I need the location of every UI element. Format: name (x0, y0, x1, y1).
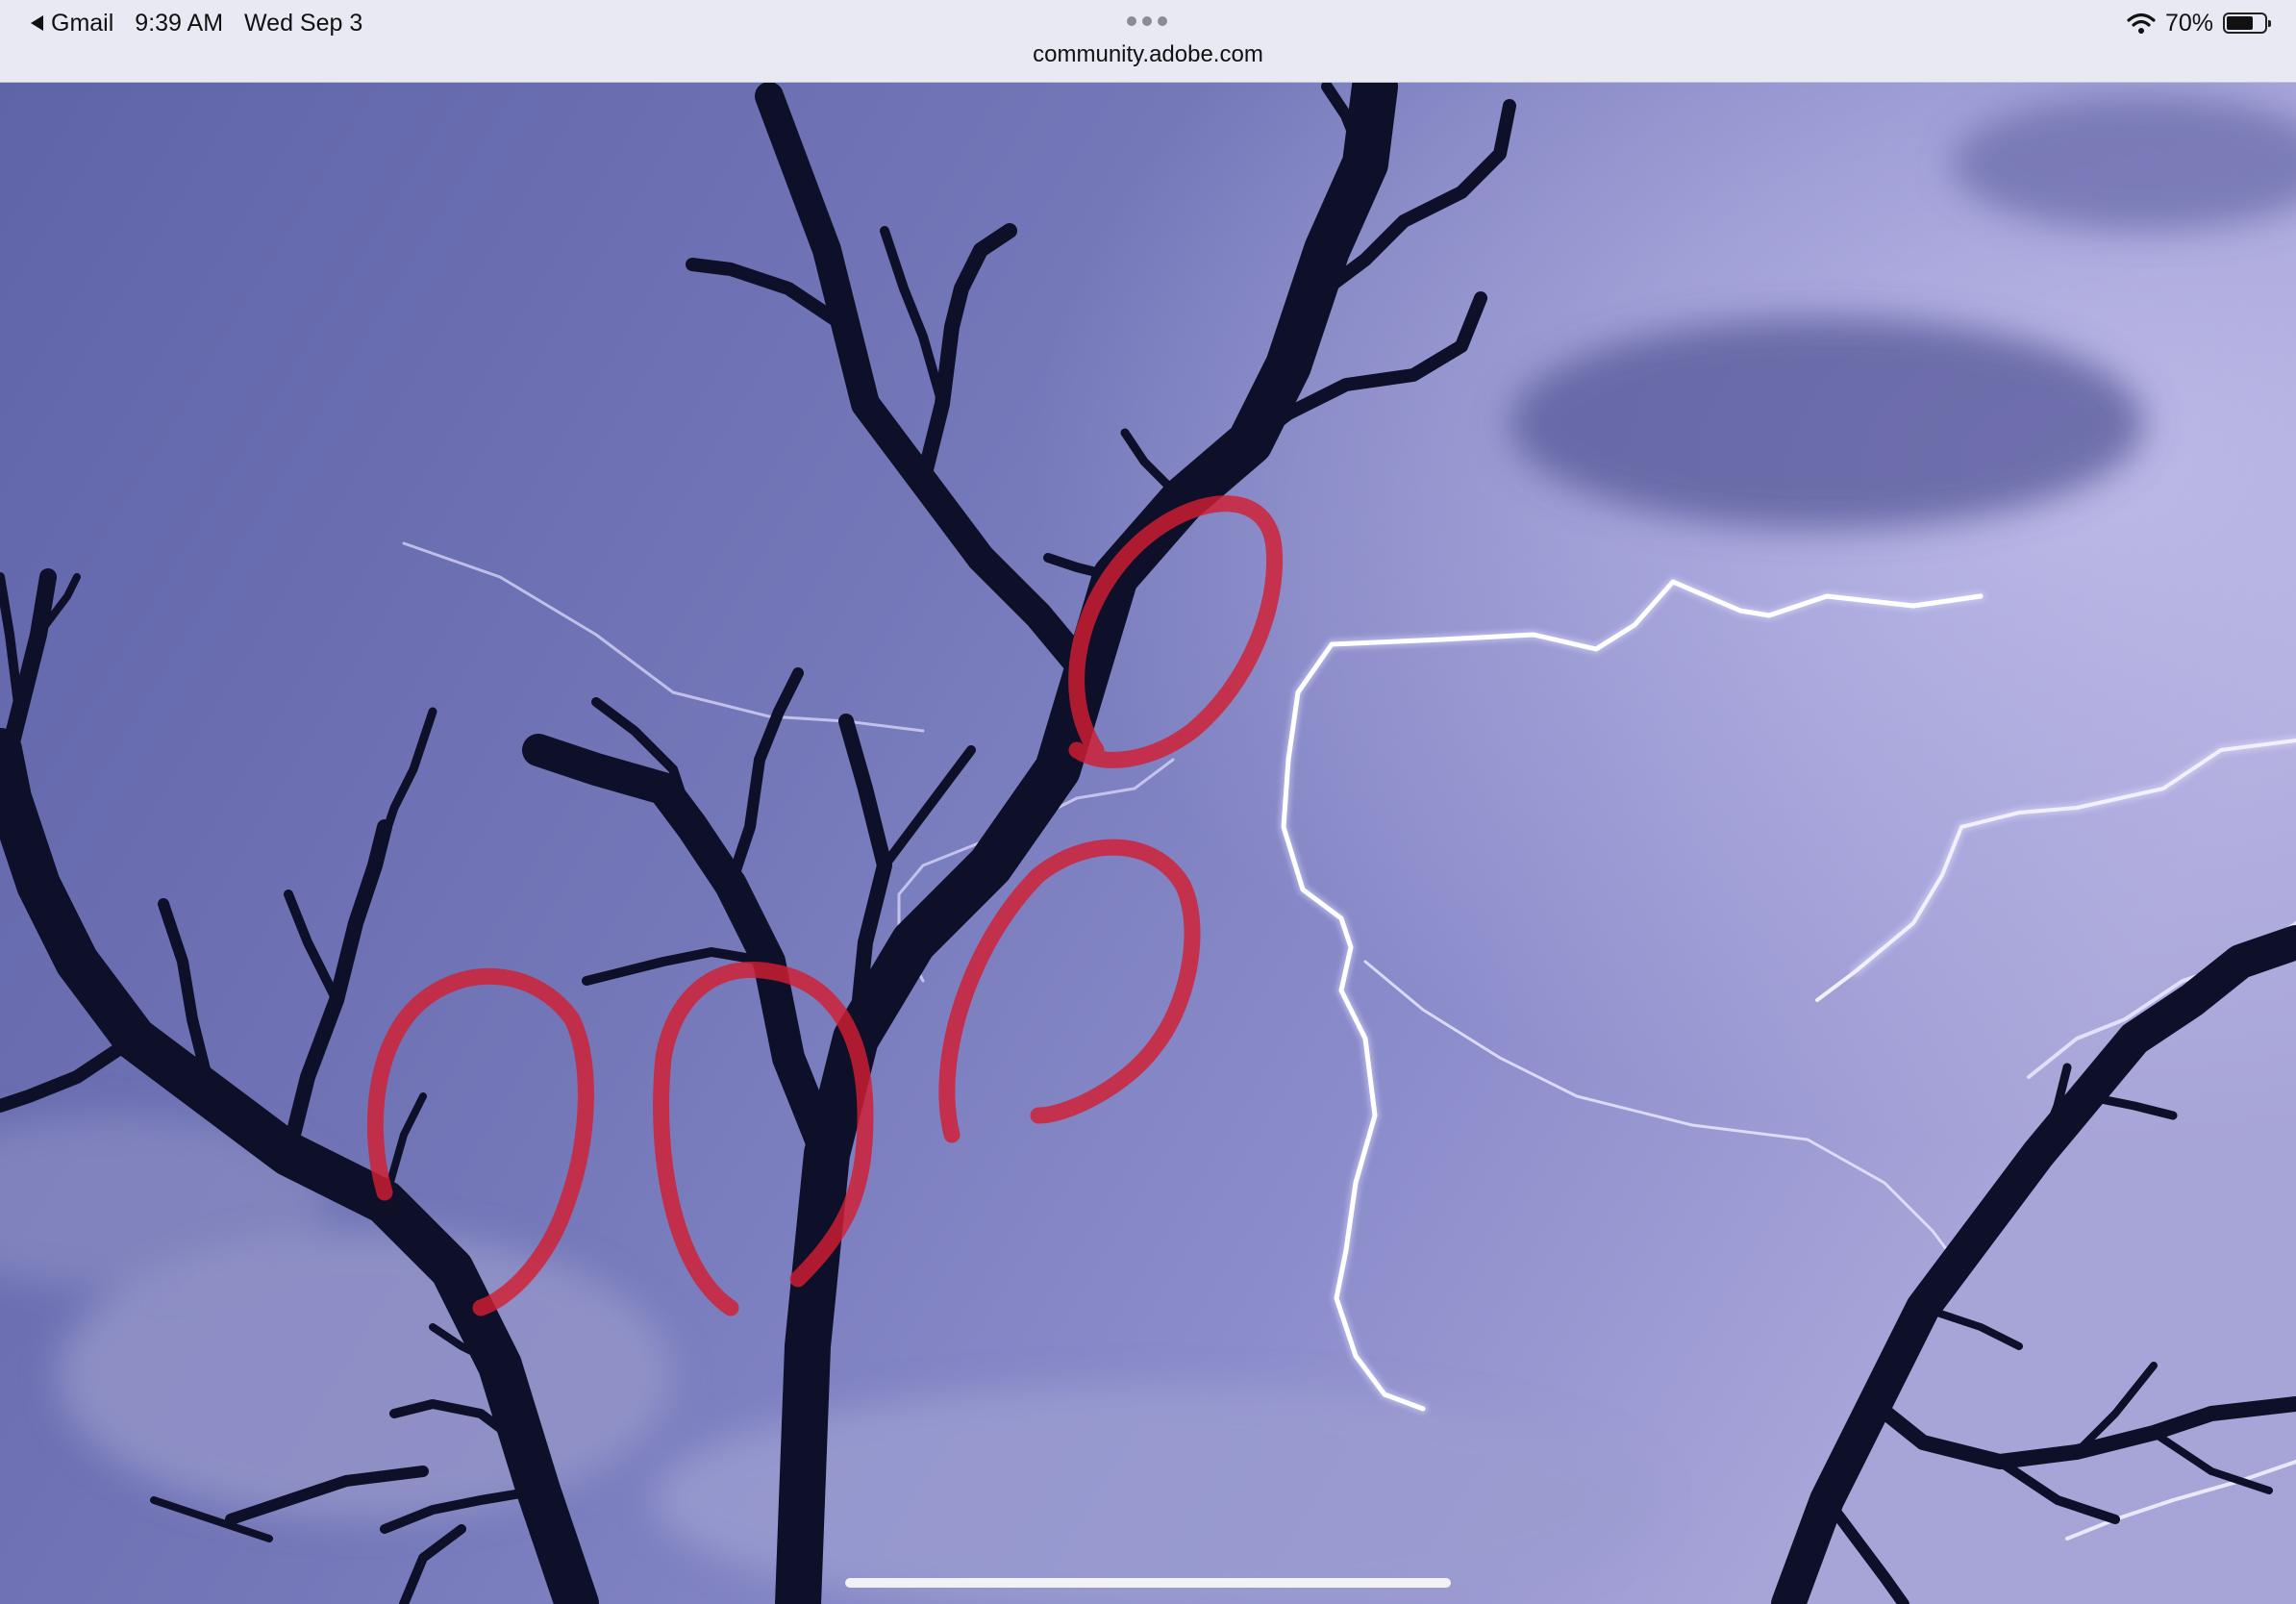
back-app-label: Gmail (51, 9, 114, 37)
wifi-icon (2127, 13, 2156, 34)
address-bar-url[interactable]: community.adobe.com (0, 41, 2296, 68)
battery-percent: 70% (2164, 9, 2213, 37)
battery-icon (2223, 13, 2271, 34)
home-indicator[interactable] (845, 1578, 1451, 1588)
status-bar-left: Gmail 9:39 AM Wed Sep 3 (31, 8, 362, 38)
status-time: 9:39 AM (135, 9, 224, 37)
ipad-screen: Gmail 9:39 AM Wed Sep 3 community.adobe.… (0, 0, 2296, 1604)
multitasking-dots-icon[interactable] (1127, 16, 1167, 26)
back-triangle-icon (31, 15, 43, 31)
status-bar-right: 70% (2127, 8, 2271, 38)
status-date: Wed Sep 3 (244, 9, 363, 37)
lightning-tree-photo (0, 83, 2296, 1604)
back-to-app-button[interactable]: Gmail (31, 10, 113, 38)
battery-level-fill (2227, 16, 2253, 30)
safari-top-bar: Gmail 9:39 AM Wed Sep 3 community.adobe.… (0, 0, 2296, 83)
